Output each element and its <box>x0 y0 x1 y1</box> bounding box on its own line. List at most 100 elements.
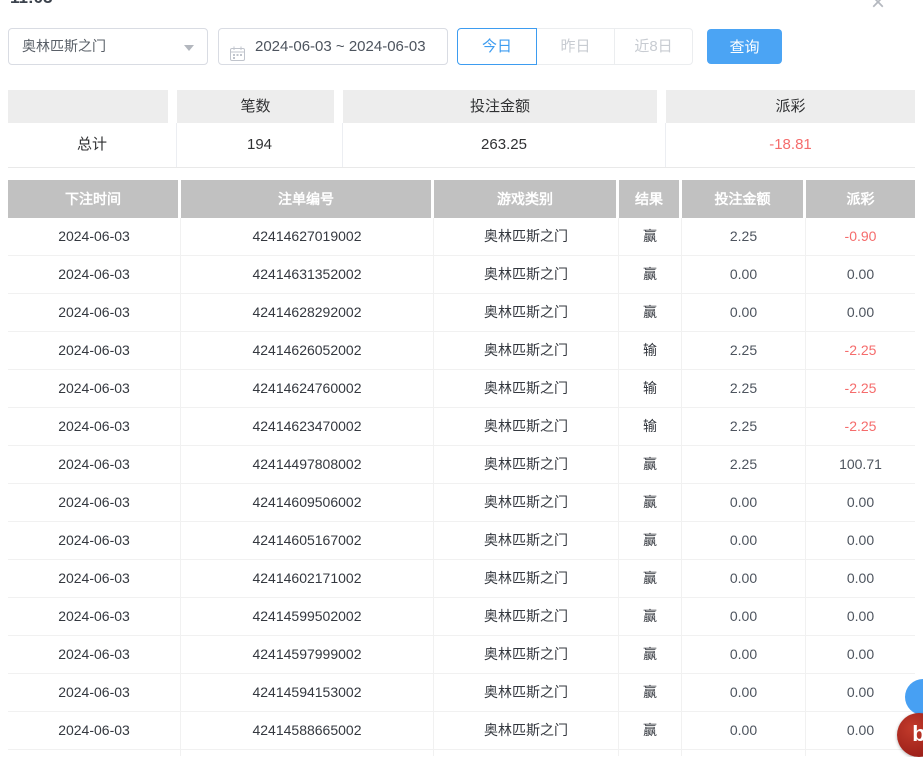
cell-payout: -2.25 <box>806 370 915 407</box>
header-payout: 派彩 <box>806 180 915 218</box>
cell-result: 赢 <box>619 712 682 749</box>
cell-payout: -2.25 <box>806 408 915 445</box>
cell-order-number: 42414627019002 <box>181 218 434 255</box>
cell-bet-time: 2024-06-03 <box>8 674 181 711</box>
date-range-value: 2024-06-03 ~ 2024-06-03 <box>255 38 426 55</box>
cell-order-number: 42414631352002 <box>181 256 434 293</box>
last-8-days-button[interactable]: 近8日 <box>614 28 693 65</box>
cell-order-number: 42414602171002 <box>181 560 434 597</box>
cell-bet-amount: 2.25 <box>682 408 806 445</box>
table-row: 2024-06-03 42414588665002 奥林匹斯之门 赢 0.00 … <box>8 712 915 750</box>
summary-header-blank <box>8 90 168 123</box>
summary-header-count: 笔数 <box>177 90 334 123</box>
clipped-header-text: 11:03 <box>10 0 53 8</box>
cell-game-type: 奥林匹斯之门 <box>434 674 619 711</box>
cell-bet-amount: 0.00 <box>682 294 806 331</box>
cell-order-number: 42414594153002 <box>181 674 434 711</box>
cell-result: 赢 <box>619 484 682 521</box>
table-row: 2024-06-03 42414605167002 奥林匹斯之门 赢 0.00 … <box>8 522 915 560</box>
cell-game-type: 奥林匹斯之门 <box>434 636 619 673</box>
summary-header-payout: 派彩 <box>666 90 915 123</box>
cell-bet-time: 2024-06-03 <box>8 370 181 407</box>
cell-game-type: 奥林匹斯之门 <box>434 446 619 483</box>
summary-header-bet-amount: 投注金额 <box>343 90 657 123</box>
table-row: 2024-06-03 42414599502002 奥林匹斯之门 赢 0.00 … <box>8 598 915 636</box>
cell-game-type: 奥林匹斯之门 <box>434 712 619 749</box>
cell-bet-time: 2024-06-03 <box>8 484 181 521</box>
cell-bet-amount: 0.00 <box>682 560 806 597</box>
cell-game-type: 奥林匹斯之门 <box>434 218 619 255</box>
cell-order-number: 42414626052002 <box>181 332 434 369</box>
cell-payout: 0.00 <box>806 256 915 293</box>
cell-payout: 0.00 <box>806 484 915 521</box>
table-row: 2024-06-03 42414627019002 奥林匹斯之门 赢 2.25 … <box>8 218 915 256</box>
cell-bet-amount: 0.00 <box>682 674 806 711</box>
cell-bet-time: 2024-06-03 <box>8 598 181 635</box>
cell-result: 赢 <box>619 256 682 293</box>
cell-result: 赢 <box>619 294 682 331</box>
cell-result: 输 <box>619 332 682 369</box>
calendar-icon <box>230 39 245 74</box>
cell-bet-amount: 2.25 <box>682 332 806 369</box>
bet-table: 下注时间 注单编号 游戏类别 结果 投注金额 派彩 2024-06-03 424… <box>8 180 915 756</box>
cell-bet-time: 2024-06-03 <box>8 446 181 483</box>
cell-bet-time: 2024-06-03 <box>8 636 181 673</box>
cell-bet-amount: 2.25 <box>682 370 806 407</box>
bet-records-modal: { "window": { "clipped_top_text": "11:03… <box>0 0 923 756</box>
cell-bet-amount: 0.00 <box>682 256 806 293</box>
table-row: 2024-06-03 42414626052002 奥林匹斯之门 输 2.25 … <box>8 332 915 370</box>
cell-order-number: 42414597999002 <box>181 636 434 673</box>
header-result: 结果 <box>619 180 679 218</box>
cell-game-type: 奥林匹斯之门 <box>434 332 619 369</box>
table-row: 2024-06-03 42414628292002 奥林匹斯之门 赢 0.00 … <box>8 294 915 332</box>
cell-order-number: 42414624760002 <box>181 370 434 407</box>
cell-game-type: 奥林匹斯之门 <box>434 560 619 597</box>
cell-bet-amount: 0.00 <box>682 598 806 635</box>
cell-bet-time: 2024-06-03 <box>8 332 181 369</box>
cell-result: 赢 <box>619 560 682 597</box>
cell-payout: -0.90 <box>806 218 915 255</box>
summary-total-label: 总计 <box>8 123 177 167</box>
cell-order-number: 42414497808002 <box>181 446 434 483</box>
cell-result: 输 <box>619 408 682 445</box>
table-row-partial <box>8 750 915 756</box>
cell-payout: 0.00 <box>806 636 915 673</box>
game-select[interactable]: 奥林匹斯之门 <box>8 28 208 65</box>
date-range-input[interactable]: 2024-06-03 ~ 2024-06-03 <box>218 28 448 65</box>
table-row: 2024-06-03 42414597999002 奥林匹斯之门 赢 0.00 … <box>8 636 915 674</box>
cell-game-type: 奥林匹斯之门 <box>434 370 619 407</box>
cell-order-number: 42414588665002 <box>181 712 434 749</box>
cell-game-type: 奥林匹斯之门 <box>434 256 619 293</box>
cell-game-type: 奥林匹斯之门 <box>434 408 619 445</box>
cell-result: 赢 <box>619 598 682 635</box>
cell-game-type: 奥林匹斯之门 <box>434 522 619 559</box>
cell-bet-amount: 0.00 <box>682 484 806 521</box>
cell-game-type: 奥林匹斯之门 <box>434 484 619 521</box>
today-button[interactable]: 今日 <box>457 28 537 65</box>
cell-bet-time: 2024-06-03 <box>8 560 181 597</box>
cell-order-number: 42414605167002 <box>181 522 434 559</box>
header-bet-time: 下注时间 <box>8 180 178 218</box>
cell-order-number: 42414599502002 <box>181 598 434 635</box>
cell-bet-amount: 2.25 <box>682 446 806 483</box>
cell-payout: 0.00 <box>806 598 915 635</box>
header-game-type: 游戏类别 <box>434 180 616 218</box>
cell-payout: 0.00 <box>806 560 915 597</box>
quick-date-button-group: 今日 昨日 近8日 <box>457 28 693 65</box>
summary-total-bet-amount: 263.25 <box>343 123 666 167</box>
close-icon[interactable]: × <box>871 0 885 17</box>
cell-result: 赢 <box>619 446 682 483</box>
header-order-number: 注单编号 <box>181 180 431 218</box>
cell-payout: 0.00 <box>806 294 915 331</box>
cell-result: 输 <box>619 370 682 407</box>
cell-bet-time: 2024-06-03 <box>8 408 181 445</box>
cell-order-number: 42414609506002 <box>181 484 434 521</box>
table-row: 2024-06-03 42414609506002 奥林匹斯之门 赢 0.00 … <box>8 484 915 522</box>
yesterday-button[interactable]: 昨日 <box>536 28 615 65</box>
search-button[interactable]: 查询 <box>707 29 782 64</box>
cell-payout: 0.00 <box>806 522 915 559</box>
cell-result: 赢 <box>619 522 682 559</box>
summary-table: 笔数 投注金额 派彩 总计 194 263.25 -18.81 <box>8 90 915 168</box>
summary-header-row: 笔数 投注金额 派彩 <box>8 90 915 123</box>
cell-game-type: 奥林匹斯之门 <box>434 598 619 635</box>
